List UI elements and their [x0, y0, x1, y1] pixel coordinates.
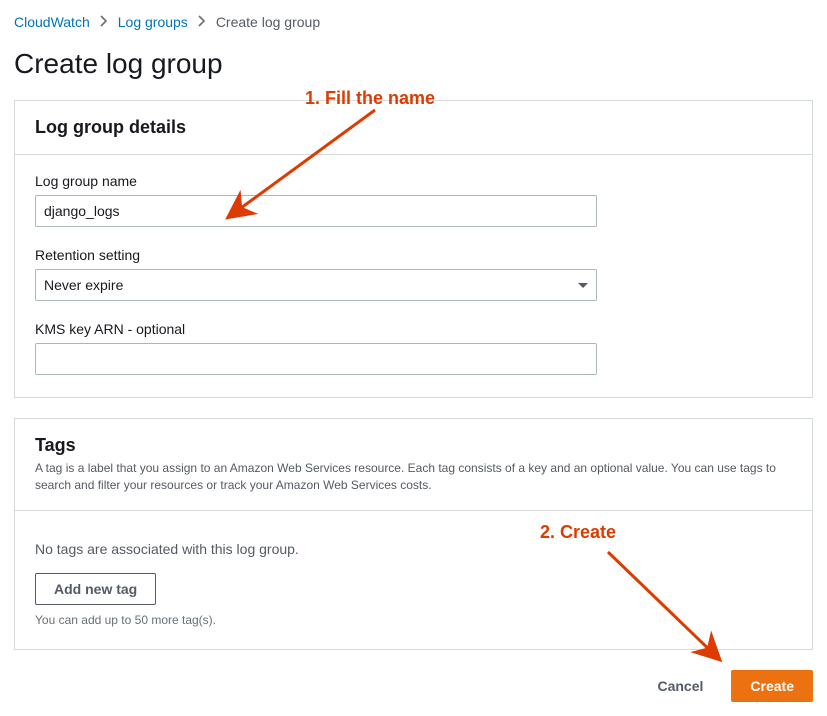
panel-title: Tags [35, 435, 792, 456]
panel-body: Log group name Retention setting Never e… [15, 155, 812, 397]
tags-panel: Tags A tag is a label that you assign to… [14, 418, 813, 650]
breadcrumb-service[interactable]: CloudWatch [14, 14, 90, 30]
field-log-group-name: Log group name [35, 173, 792, 227]
breadcrumb-section[interactable]: Log groups [118, 14, 188, 30]
retention-value: Never expire [44, 277, 123, 293]
retention-select[interactable]: Never expire [35, 269, 597, 301]
breadcrumb: CloudWatch Log groups Create log group [14, 14, 813, 30]
caret-down-icon [578, 283, 588, 288]
panel-title: Log group details [35, 117, 792, 138]
log-group-name-input[interactable] [35, 195, 597, 227]
panel-header: Tags A tag is a label that you assign to… [15, 419, 812, 511]
log-group-name-label: Log group name [35, 173, 792, 189]
field-retention-setting: Retention setting Never expire [35, 247, 792, 301]
tags-hint: You can add up to 50 more tag(s). [35, 613, 792, 627]
retention-label: Retention setting [35, 247, 792, 263]
tags-description: A tag is a label that you assign to an A… [35, 460, 792, 494]
panel-header: Log group details [15, 101, 812, 155]
log-group-details-panel: Log group details Log group name Retenti… [14, 100, 813, 398]
chevron-right-icon [198, 14, 206, 30]
cancel-button[interactable]: Cancel [639, 670, 721, 702]
chevron-right-icon [100, 14, 108, 30]
page-title: Create log group [14, 48, 813, 80]
kms-label: KMS key ARN - optional [35, 321, 792, 337]
kms-input[interactable] [35, 343, 597, 375]
form-actions: Cancel Create [14, 670, 813, 702]
panel-body: No tags are associated with this log gro… [15, 511, 812, 649]
add-new-tag-button[interactable]: Add new tag [35, 573, 156, 605]
create-button[interactable]: Create [731, 670, 813, 702]
breadcrumb-current: Create log group [216, 14, 320, 30]
no-tags-message: No tags are associated with this log gro… [35, 541, 792, 557]
field-kms-key: KMS key ARN - optional [35, 321, 792, 375]
